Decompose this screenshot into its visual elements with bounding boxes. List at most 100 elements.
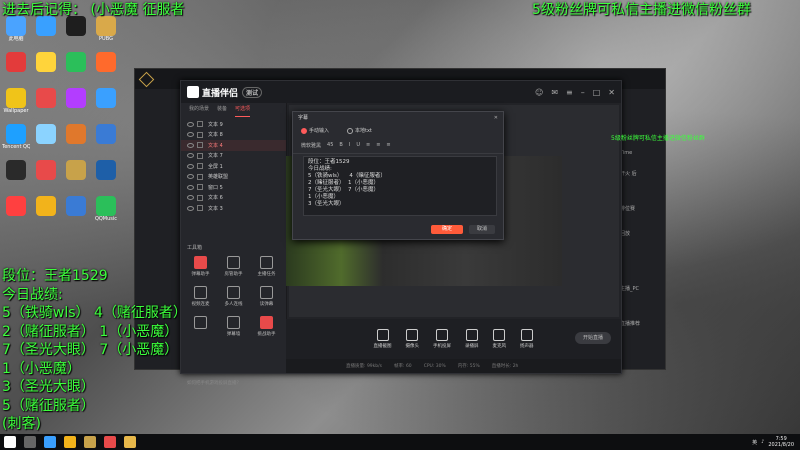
desktop-icon[interactable]: Wallpaper — [2, 88, 30, 122]
toolbar-button[interactable]: 直播截图 — [374, 329, 392, 349]
desktop-icon[interactable] — [92, 124, 120, 158]
lock-icon[interactable] — [197, 163, 203, 170]
game-taskbar-icon[interactable] — [84, 436, 96, 448]
eye-icon[interactable] — [187, 163, 194, 169]
source-item[interactable]: 文本 6 — [181, 193, 286, 204]
desktop-icon[interactable] — [2, 52, 30, 86]
source-item[interactable]: 文本 4 — [181, 140, 286, 151]
start-live-button[interactable]: 开始直播 — [575, 332, 611, 344]
lock-icon[interactable] — [197, 131, 203, 138]
desktop-icon[interactable] — [32, 160, 60, 194]
desktop-icon[interactable] — [32, 88, 60, 122]
source-item[interactable]: 文本 3 — [181, 203, 286, 214]
eye-icon[interactable] — [187, 132, 194, 138]
tool-button[interactable]: 多人连线 — [218, 283, 249, 311]
cancel-button[interactable]: 取消 — [469, 225, 495, 234]
tab-scenes[interactable]: 我的场景 — [189, 105, 209, 117]
tool-button[interactable]: 视频连麦 — [185, 283, 216, 311]
desktop-icon[interactable] — [62, 160, 90, 194]
mail-icon[interactable]: ✉ — [551, 88, 558, 97]
source-item[interactable]: 文本 7 — [181, 151, 286, 162]
source-item[interactable]: 英雄联盟 — [181, 172, 286, 183]
lock-icon[interactable] — [197, 152, 203, 159]
eye-icon[interactable] — [187, 205, 194, 211]
desktop-icon[interactable] — [32, 124, 60, 158]
eye-icon[interactable] — [187, 153, 194, 159]
toolbar-button[interactable]: 录播屏 — [465, 329, 479, 349]
lock-icon[interactable] — [197, 184, 203, 191]
subtitle-text-input[interactable]: 段位：王者1529 今日战绩: 5（铁骑wls） 4（赌征服者） 2（赌征服者） 1（… — [303, 156, 497, 216]
ime-indicator[interactable]: 英 — [752, 439, 757, 446]
source-item[interactable]: 全屏 1 — [181, 161, 286, 172]
app-taskbar-icon[interactable] — [104, 436, 116, 448]
align-center-icon[interactable]: ≡ — [376, 142, 380, 149]
user-icon[interactable]: ☺ — [535, 88, 543, 97]
lock-icon[interactable] — [197, 173, 203, 180]
underline-icon[interactable]: U — [356, 142, 360, 149]
lock-icon[interactable] — [197, 142, 203, 149]
menu-icon[interactable]: ≡ — [566, 88, 573, 97]
desktop-icon[interactable] — [2, 196, 30, 230]
desktop-icon[interactable] — [62, 88, 90, 122]
ok-button[interactable]: 确定 — [431, 225, 463, 234]
source-item[interactable]: 文本 9 — [181, 119, 286, 130]
desktop-icon[interactable] — [32, 52, 60, 86]
lock-icon[interactable] — [197, 121, 203, 128]
desktop-icon[interactable]: 此电脑 — [2, 16, 30, 50]
bold-icon[interactable]: B — [339, 142, 342, 149]
align-left-icon[interactable]: ≡ — [366, 142, 370, 149]
tool-button[interactable]: 弹幕助手 — [185, 253, 216, 281]
tool-button[interactable] — [185, 313, 216, 341]
desktop-icon[interactable] — [32, 16, 60, 50]
desktop-icon[interactable] — [62, 124, 90, 158]
font-select[interactable]: 微软雅黑 — [301, 142, 321, 149]
radio-manual[interactable]: 手动输入 — [301, 127, 329, 134]
radio-file[interactable]: 本地txt — [347, 127, 372, 134]
desktop-icon[interactable] — [32, 196, 60, 230]
eye-icon[interactable] — [187, 142, 194, 148]
clock[interactable]: 7:59 2021/8/20 — [768, 436, 794, 448]
desktop-icon[interactable] — [62, 52, 90, 86]
minimize-icon[interactable]: – — [581, 88, 585, 97]
eye-icon[interactable] — [187, 121, 194, 127]
tool-button[interactable]: 主播任务 — [251, 253, 282, 281]
desktop-icon[interactable] — [92, 52, 120, 86]
help-link[interactable]: 如何把手机游戏投屏直播? — [187, 380, 239, 386]
browser-icon[interactable] — [44, 436, 56, 448]
desktop-icon[interactable] — [62, 16, 90, 50]
desktop-icon[interactable] — [92, 160, 120, 194]
eye-icon[interactable] — [187, 174, 194, 180]
toolbar-button[interactable]: 手机投屏 — [433, 329, 451, 349]
desktop-icon[interactable]: Tencent QQ — [2, 124, 30, 158]
tool-button[interactable]: 读弹幕 — [251, 283, 282, 311]
desktop-icon[interactable] — [62, 196, 90, 230]
toolbar-button[interactable]: 摄像头 — [406, 329, 419, 349]
tool-button[interactable]: 挑战助手 — [251, 313, 282, 341]
dialog-close-icon[interactable]: ✕ — [494, 115, 498, 121]
explorer-icon[interactable] — [64, 436, 76, 448]
maximize-icon[interactable]: □ — [593, 88, 601, 97]
align-right-icon[interactable]: ≡ — [386, 142, 390, 149]
eye-icon[interactable] — [187, 184, 194, 190]
tab-equipment[interactable]: 装备 — [217, 105, 227, 117]
volume-icon[interactable]: ♪ — [761, 439, 764, 445]
lock-icon[interactable] — [197, 194, 203, 201]
source-item[interactable]: 窗口 5 — [181, 182, 286, 193]
lock-icon[interactable] — [197, 205, 203, 212]
size-select[interactable]: 45 — [327, 142, 333, 149]
toolbar-button[interactable]: 扬声器 — [520, 329, 534, 349]
version-badge[interactable]: 测试 — [242, 86, 263, 98]
close-icon[interactable]: ✕ — [608, 88, 615, 97]
start-icon[interactable] — [4, 436, 16, 448]
desktop-icon[interactable]: PUBG — [92, 16, 120, 50]
tool-button[interactable]: 弹幕墙 — [218, 313, 249, 341]
toolbar-button[interactable]: 麦克风 — [493, 329, 506, 349]
desktop-icon[interactable] — [92, 88, 120, 122]
search-icon[interactable] — [24, 436, 36, 448]
desktop-icon[interactable] — [2, 160, 30, 194]
tab-options[interactable]: 可选项 — [235, 105, 251, 117]
eye-icon[interactable] — [187, 195, 194, 201]
tool-button[interactable]: 房管助手 — [218, 253, 249, 281]
italic-icon[interactable]: I — [349, 142, 350, 149]
source-item[interactable]: 文本 8 — [181, 130, 286, 141]
